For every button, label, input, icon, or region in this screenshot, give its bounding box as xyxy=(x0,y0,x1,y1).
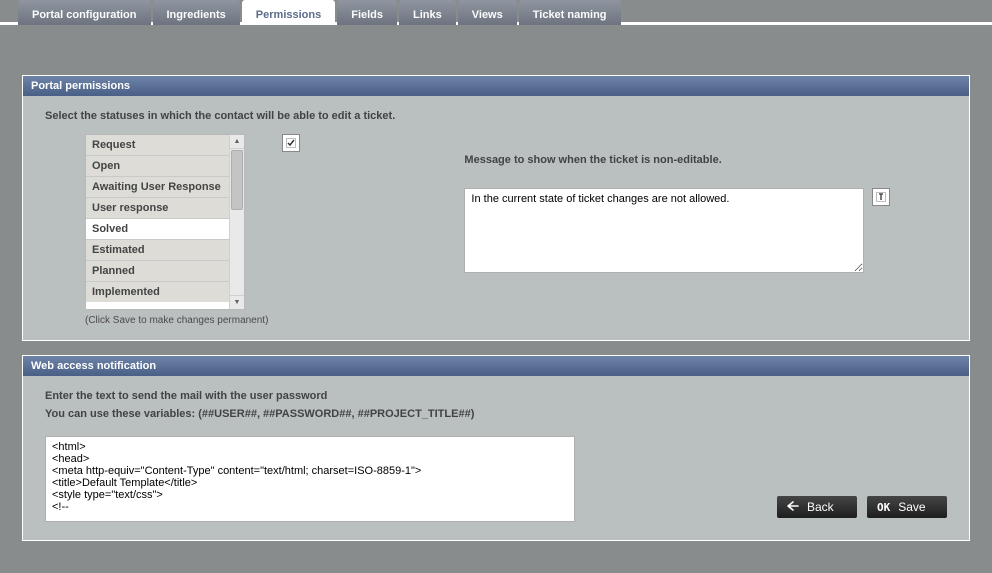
web-access-vars: You can use these variables: (##USER##, … xyxy=(45,408,947,420)
back-icon xyxy=(787,501,799,514)
tab-fields[interactable]: Fields xyxy=(337,0,397,25)
save-button[interactable]: OK Save xyxy=(867,496,947,518)
back-button[interactable]: Back xyxy=(777,496,857,518)
panel-portal-permissions: Portal permissions Select the statuses i… xyxy=(22,75,970,341)
tab-permissions[interactable]: Permissions xyxy=(242,0,335,25)
list-item[interactable]: Open xyxy=(86,156,229,177)
list-item[interactable]: Awaiting User Response xyxy=(86,177,229,198)
tab-strip: Portal configuration Ingredients Permiss… xyxy=(0,0,992,25)
text-icon xyxy=(876,192,886,202)
permissions-hint: (Click Save to make changes permanent) xyxy=(85,315,268,326)
status-listbox[interactable]: Request Open Awaiting User Response User… xyxy=(85,134,245,310)
panel-web-access-notification: Web access notification Enter the text t… xyxy=(22,355,970,541)
permissions-prompt: Select the statuses in which the contact… xyxy=(45,110,947,122)
tab-views[interactable]: Views xyxy=(458,0,517,25)
tab-ticket-naming[interactable]: Ticket naming xyxy=(519,0,621,25)
list-item[interactable]: User response xyxy=(86,198,229,219)
tab-links[interactable]: Links xyxy=(399,0,456,25)
web-access-line1: Enter the text to send the mail with the… xyxy=(45,390,947,402)
non-editable-message-textarea[interactable] xyxy=(464,188,864,273)
list-item[interactable]: Solved xyxy=(86,219,229,240)
panel-header: Portal permissions xyxy=(23,76,969,96)
scroll-down-icon[interactable]: ▼ xyxy=(230,295,244,309)
listbox-scrollbar[interactable]: ▲ ▼ xyxy=(229,135,244,309)
list-item[interactable]: Request xyxy=(86,135,229,156)
expand-editor-button[interactable] xyxy=(872,188,890,206)
scroll-up-icon[interactable]: ▲ xyxy=(230,135,244,149)
scroll-thumb[interactable] xyxy=(231,150,243,210)
message-label: Message to show when the ticket is non-e… xyxy=(464,154,937,166)
list-item[interactable]: Estimated xyxy=(86,240,229,261)
check-icon xyxy=(286,138,296,148)
list-item[interactable]: Implemented xyxy=(86,282,229,302)
list-item[interactable]: Planned xyxy=(86,261,229,282)
tab-portal-configuration[interactable]: Portal configuration xyxy=(18,0,151,25)
select-all-button[interactable] xyxy=(282,134,300,152)
panel-header: Web access notification xyxy=(23,356,969,376)
ok-icon: OK xyxy=(877,501,890,514)
notification-template-textarea[interactable] xyxy=(45,436,575,522)
tab-ingredients[interactable]: Ingredients xyxy=(153,0,240,25)
